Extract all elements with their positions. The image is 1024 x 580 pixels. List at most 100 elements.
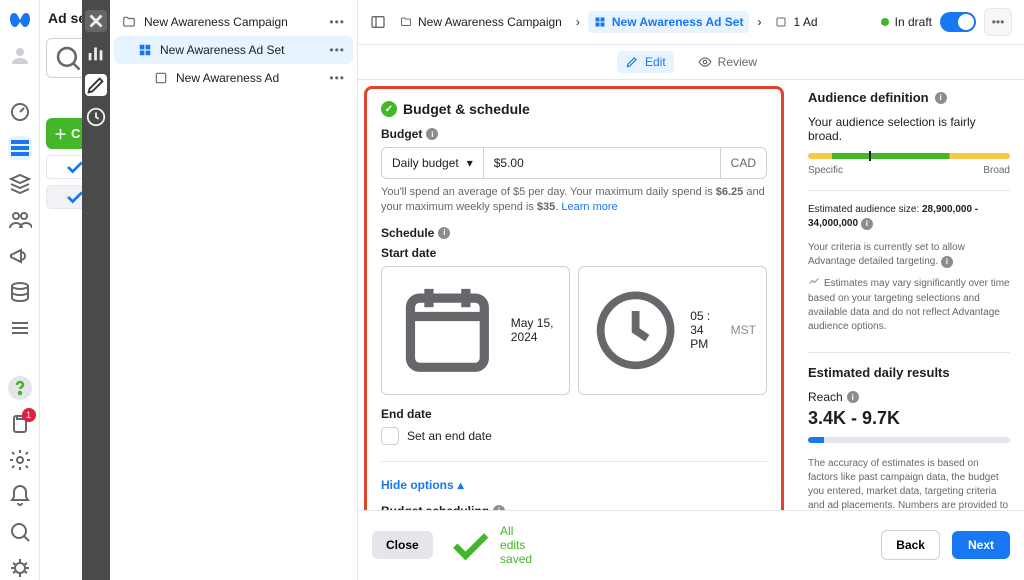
broad-label: Broad: [983, 165, 1010, 176]
reach-bar: [808, 437, 1010, 443]
chevron-right-icon: ›: [757, 15, 761, 29]
menu-icon[interactable]: [8, 316, 32, 340]
sidebar-toggle-icon[interactable]: [370, 14, 386, 30]
campaign-tree: New Awareness Campaign ••• New Awareness…: [110, 0, 358, 580]
tree-campaign[interactable]: New Awareness Campaign •••: [114, 8, 353, 36]
avatar-icon[interactable]: [8, 44, 32, 68]
dashboard-icon[interactable]: [8, 100, 32, 124]
info-icon[interactable]: i: [426, 128, 438, 140]
clock-icon[interactable]: [85, 106, 107, 128]
tool-panel: [82, 0, 110, 580]
more-button[interactable]: •••: [984, 8, 1012, 36]
pencil-icon[interactable]: [85, 74, 107, 96]
tree-label: New Awareness Ad Set: [160, 43, 285, 57]
more-icon[interactable]: •••: [329, 71, 345, 85]
schedule-label: Schedulei: [381, 226, 767, 240]
main-panel: New Awareness Campaign › New Awareness A…: [358, 0, 1024, 580]
check-circle-icon: ✓: [381, 101, 397, 117]
close-icon[interactable]: [85, 10, 107, 32]
reach-disclaimer: The accuracy of estimates is based on fa…: [808, 457, 1010, 510]
crumb-campaign[interactable]: New Awareness Campaign: [394, 11, 568, 33]
grid-icon: [594, 16, 606, 28]
right-panel: Audience definitioni Your audience selec…: [794, 80, 1024, 510]
budget-row: Daily budget▾ $5.00 CAD: [381, 147, 767, 179]
audience-criteria-text: Your criteria is currently set to allow …: [808, 241, 1010, 269]
learn-more-link[interactable]: Learn more: [561, 201, 617, 213]
status-indicator: In draft: [881, 15, 932, 29]
currency-label: CAD: [720, 148, 766, 178]
ad-icon: [775, 16, 787, 28]
meta-logo-icon: [8, 8, 32, 32]
info-icon[interactable]: i: [847, 391, 859, 403]
info-icon[interactable]: i: [438, 227, 450, 239]
crumb-adset[interactable]: New Awareness Ad Set: [588, 11, 750, 33]
reach-label: Reachi: [808, 390, 1010, 404]
grid-icon: [138, 43, 152, 57]
bug-icon[interactable]: [8, 556, 32, 580]
chevron-right-icon: ›: [576, 15, 580, 29]
audiences-icon[interactable]: [8, 208, 32, 232]
search-icon[interactable]: [8, 520, 32, 544]
saved-indicator: All edits saved: [445, 521, 540, 570]
megaphone-icon[interactable]: [8, 244, 32, 268]
budget-type-dropdown[interactable]: Daily budget▾: [382, 148, 484, 178]
section-title: ✓ Budget & schedule: [381, 101, 767, 117]
daily-results-title: Estimated daily results: [808, 365, 1010, 380]
close-button[interactable]: Close: [372, 531, 433, 559]
bell-icon[interactable]: [8, 484, 32, 508]
tree-label: New Awareness Campaign: [144, 15, 288, 29]
footer-bar: Close All edits saved Back Next: [358, 510, 1024, 580]
chart-icon[interactable]: [85, 42, 107, 64]
status-dot-icon: [881, 18, 889, 26]
budget-help-text: You'll spend an average of $5 per day. Y…: [381, 185, 767, 216]
tree-ad[interactable]: New Awareness Ad •••: [114, 64, 353, 92]
more-icon[interactable]: •••: [329, 43, 345, 57]
notification-badge: 1: [22, 408, 36, 422]
info-icon[interactable]: i: [861, 218, 873, 230]
chevron-up-icon: ▴: [458, 478, 464, 492]
audience-selection-text: Your audience selection is fairly broad.: [808, 115, 1010, 143]
calendar-icon: [392, 275, 503, 386]
reach-value: 3.4K - 9.7K: [808, 408, 1010, 429]
back-button[interactable]: Back: [881, 530, 940, 560]
end-date-checkbox-label: Set an end date: [407, 429, 492, 443]
timezone-label: MST: [731, 323, 756, 337]
end-date-checkbox[interactable]: [381, 427, 399, 445]
ad-icon: [154, 71, 168, 85]
start-time-input[interactable]: 05 : 34 PM MST: [578, 266, 767, 395]
next-button[interactable]: Next: [952, 531, 1010, 559]
clipboard-icon[interactable]: 1: [8, 412, 32, 436]
hide-options-toggle[interactable]: Hide options▴: [381, 478, 767, 492]
budget-label: Budgeti: [381, 127, 767, 141]
chevron-down-icon: ▾: [467, 156, 473, 170]
budget-schedule-section: ✓ Budget & schedule Budgeti Daily budget…: [364, 86, 784, 510]
end-date-checkbox-row: Set an end date: [381, 427, 767, 445]
start-date-input[interactable]: May 15, 2024: [381, 266, 570, 395]
audience-breadth-bar: [808, 153, 1010, 159]
coins-icon[interactable]: [8, 280, 32, 304]
start-date-label: Start date: [381, 246, 767, 260]
budget-amount-input[interactable]: $5.00: [484, 148, 720, 178]
folder-icon: [122, 15, 136, 29]
table-icon[interactable]: [8, 136, 32, 160]
tab-edit[interactable]: Edit: [617, 51, 674, 73]
layers-icon[interactable]: [8, 172, 32, 196]
tab-review[interactable]: Review: [690, 51, 765, 73]
settings-icon[interactable]: [8, 448, 32, 472]
specific-label: Specific: [808, 165, 843, 176]
status-toggle[interactable]: [940, 12, 976, 32]
end-date-label: End date: [381, 407, 767, 421]
folder-icon: [400, 16, 412, 28]
more-icon[interactable]: •••: [329, 15, 345, 29]
audience-size: Estimated audience size: 28,900,000 - 34…: [808, 203, 1010, 231]
left-nav-rail: 1: [0, 0, 40, 580]
audience-tick: [869, 151, 871, 161]
info-icon[interactable]: i: [935, 92, 947, 104]
form-area: ✓ Budget & schedule Budgeti Daily budget…: [358, 80, 794, 510]
crumb-ad[interactable]: 1 Ad: [769, 11, 823, 33]
info-icon[interactable]: i: [941, 256, 953, 268]
info-icon[interactable]: i: [493, 505, 505, 510]
help-icon[interactable]: [8, 376, 32, 400]
tree-adset[interactable]: New Awareness Ad Set •••: [114, 36, 353, 64]
budget-scheduling-label: Budget schedulingi: [381, 504, 767, 510]
